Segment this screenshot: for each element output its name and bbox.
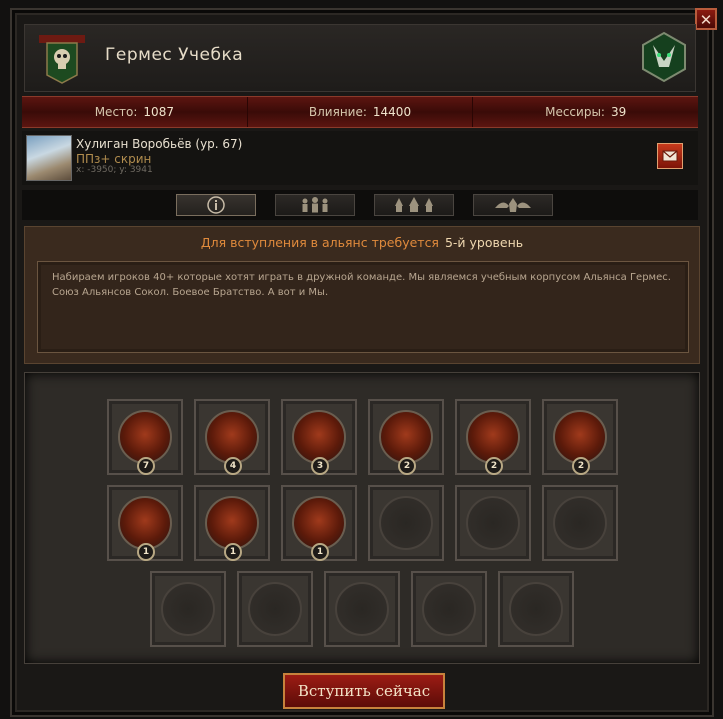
alliance-stats-bar: Место: 1087 Влияние: 14400 Мессиры: 39	[22, 96, 698, 128]
achievement-count: 2	[398, 457, 416, 475]
achievement-count: 2	[572, 457, 590, 475]
achievement-count: 1	[311, 543, 329, 561]
clan-emblem-icon	[39, 35, 85, 84]
stat-rank-label: Место:	[94, 105, 138, 119]
locked-achievement-slot[interactable]	[368, 485, 444, 561]
achievement-count: 1	[137, 543, 155, 561]
locked-achievement-slot[interactable]	[237, 571, 313, 647]
crossed-sword-icon	[379, 410, 433, 464]
achievement-slot[interactable]: 2	[542, 399, 618, 475]
locked-achievement-slot[interactable]	[455, 485, 531, 561]
achievement-slot[interactable]: 1	[107, 485, 183, 561]
stat-rank-value: 1087	[143, 105, 174, 119]
flame-crest-icon	[553, 410, 607, 464]
leader-subtitle: ППз+ скрин	[76, 152, 152, 166]
locked-emblem-icon	[379, 496, 433, 550]
achievements-grid: 7 4 3 2 2 2 1 1 1	[24, 372, 700, 664]
requirement-value: 5-й уровень	[444, 235, 524, 250]
jester-mask-icon	[118, 410, 172, 464]
stat-influence-label: Влияние:	[308, 105, 367, 119]
locked-achievement-slot[interactable]	[542, 485, 618, 561]
locked-emblem-icon	[161, 582, 215, 636]
locked-emblem-icon	[466, 496, 520, 550]
requirement-text: Для вступления в альянс требуется	[200, 235, 439, 250]
locked-emblem-icon	[248, 582, 302, 636]
stat-influence-value: 14400	[372, 105, 412, 119]
join-requirement: Для вступления в альянс требуется 5-й уро…	[25, 235, 699, 250]
red-dragon-icon	[205, 410, 259, 464]
close-button[interactable]: ✕	[695, 8, 717, 30]
faction-emblem-icon	[642, 31, 686, 83]
purple-sword-icon	[118, 496, 172, 550]
achievement-slot[interactable]: 3	[281, 399, 357, 475]
achievement-count: 4	[224, 457, 242, 475]
silver-helm-icon	[292, 410, 346, 464]
achievement-slot[interactable]: 1	[194, 485, 270, 561]
green-beast-icon	[292, 496, 346, 550]
locked-emblem-icon	[509, 582, 563, 636]
tab-info[interactable]	[176, 194, 256, 216]
alliance-description: Набираем игроков 40+ которые хотят играт…	[52, 272, 671, 298]
alliance-title: Гермес Учебка	[105, 45, 244, 65]
buildings-icon	[395, 197, 433, 212]
leader-avatar[interactable]	[26, 135, 72, 181]
tab-members[interactable]	[275, 194, 355, 216]
envelope-icon	[662, 150, 678, 162]
stat-influence: Влияние: 14400	[248, 97, 474, 127]
achievement-count: 3	[311, 457, 329, 475]
achievement-slot[interactable]: 2	[368, 399, 444, 475]
locked-achievement-slot[interactable]	[498, 571, 574, 647]
scroll-icon	[205, 496, 259, 550]
tab-buildings[interactable]	[374, 194, 454, 216]
leader-coords[interactable]: x: -3950; y: 3941	[76, 165, 153, 175]
locked-emblem-icon	[422, 582, 476, 636]
shield-sword-icon	[466, 410, 520, 464]
send-mail-button[interactable]	[657, 143, 683, 169]
info-icon	[207, 196, 225, 214]
stat-messirs-value: 39	[610, 105, 627, 119]
locked-achievement-slot[interactable]	[411, 571, 487, 647]
locked-emblem-icon	[335, 582, 389, 636]
achievement-count: 1	[224, 543, 242, 561]
crest-icon	[495, 198, 531, 212]
achievement-slot[interactable]: 7	[107, 399, 183, 475]
stat-messirs: Мессиры: 39	[473, 97, 698, 127]
locked-achievement-slot[interactable]	[150, 571, 226, 647]
tabs-bar	[22, 190, 698, 220]
achievement-count: 7	[137, 457, 155, 475]
alliance-window: ✕ Гермес Учебка Место: 1087 Влияние: 14400…	[0, 0, 723, 719]
locked-emblem-icon	[553, 496, 607, 550]
leader-name[interactable]: Хулиган Воробьёв (ур. 67)	[76, 137, 242, 151]
achievement-slot[interactable]: 1	[281, 485, 357, 561]
achievement-slot[interactable]: 2	[455, 399, 531, 475]
alliance-header: Гермес Учебка	[24, 24, 696, 92]
achievement-slot[interactable]: 4	[194, 399, 270, 475]
leader-row: Хулиган Воробьёв (ур. 67) ППз+ скрин x: …	[22, 131, 698, 185]
join-now-button[interactable]: Вступить сейчас	[283, 673, 445, 709]
description-box: Набираем игроков 40+ которые хотят играт…	[37, 261, 689, 353]
info-panel: Для вступления в альянс требуется 5-й уро…	[24, 226, 700, 364]
stat-rank: Место: 1087	[22, 97, 248, 127]
locked-achievement-slot[interactable]	[324, 571, 400, 647]
tab-crest[interactable]	[473, 194, 553, 216]
stat-messirs-label: Мессиры:	[545, 105, 605, 119]
achievement-count: 2	[485, 457, 503, 475]
members-icon	[302, 197, 328, 213]
